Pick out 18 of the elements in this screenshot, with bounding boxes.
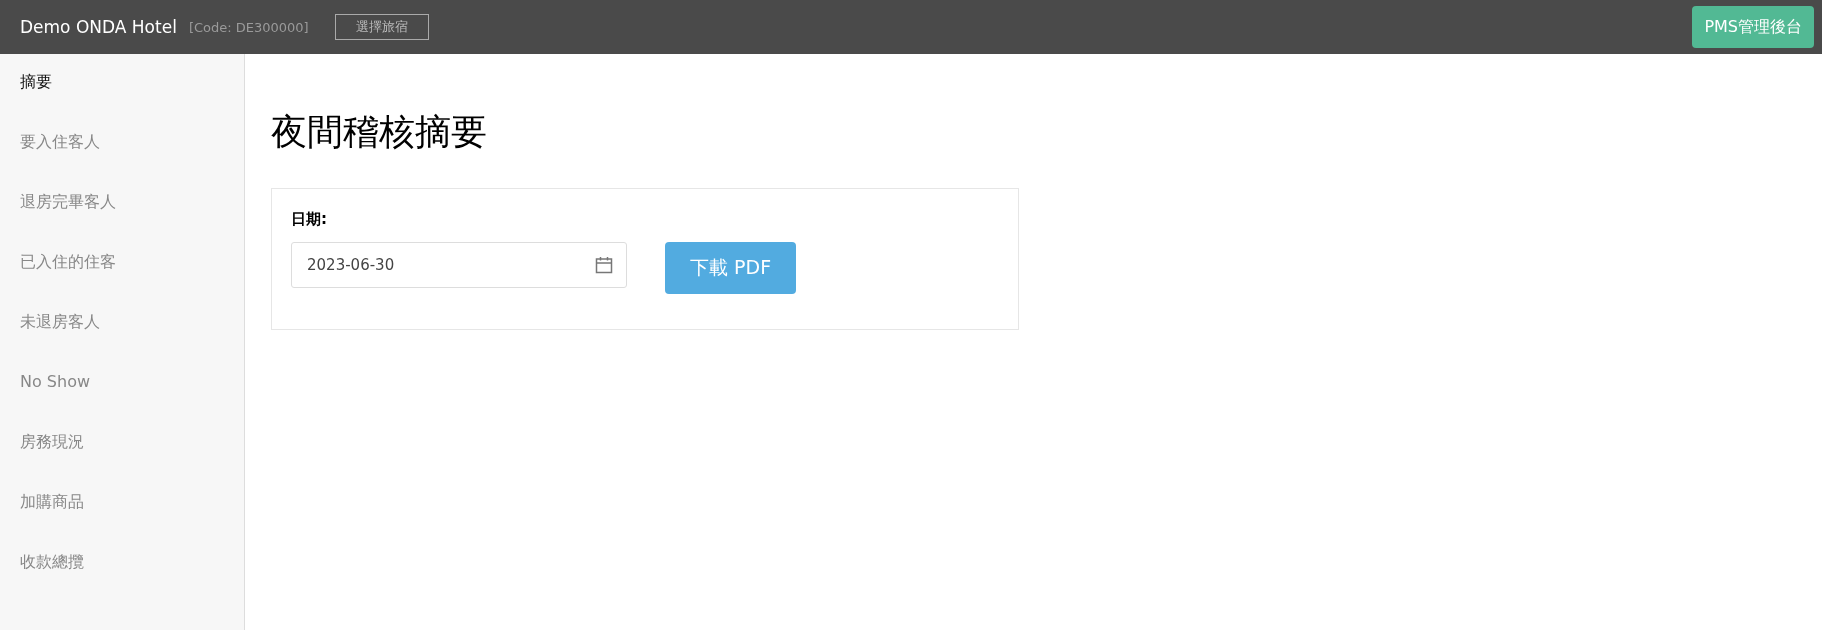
sidebar-item[interactable]: 退房完畢客人	[0, 192, 244, 252]
admin-button[interactable]: PMS管理後台	[1692, 6, 1814, 48]
calendar-icon	[595, 256, 613, 274]
sidebar-item[interactable]: No Show	[0, 372, 244, 432]
sidebar-item[interactable]: 摘要	[0, 72, 244, 132]
sidebar-item[interactable]: 要入住客人	[0, 132, 244, 192]
select-hotel-button[interactable]: 選擇旅宿	[334, 14, 429, 40]
sidebar-item[interactable]: 房務現況	[0, 432, 244, 492]
sidebar-item[interactable]: 已入住的住客	[0, 252, 244, 312]
sidebar-item[interactable]: 加購商品	[0, 492, 244, 552]
date-label: 日期:	[291, 210, 327, 229]
sidebar-item[interactable]: 收款總攬	[0, 552, 244, 612]
hotel-code: [Code: DE300000]	[188, 19, 309, 35]
date-field[interactable]: 2023-06-30	[291, 242, 627, 288]
sidebar-item[interactable]: 未退房客人	[0, 312, 244, 372]
page-title: 夜間稽核摘要	[271, 114, 487, 150]
hotel-name: Demo ONDA Hotel	[20, 17, 177, 37]
download-pdf-button[interactable]: 下載 PDF	[665, 242, 797, 294]
